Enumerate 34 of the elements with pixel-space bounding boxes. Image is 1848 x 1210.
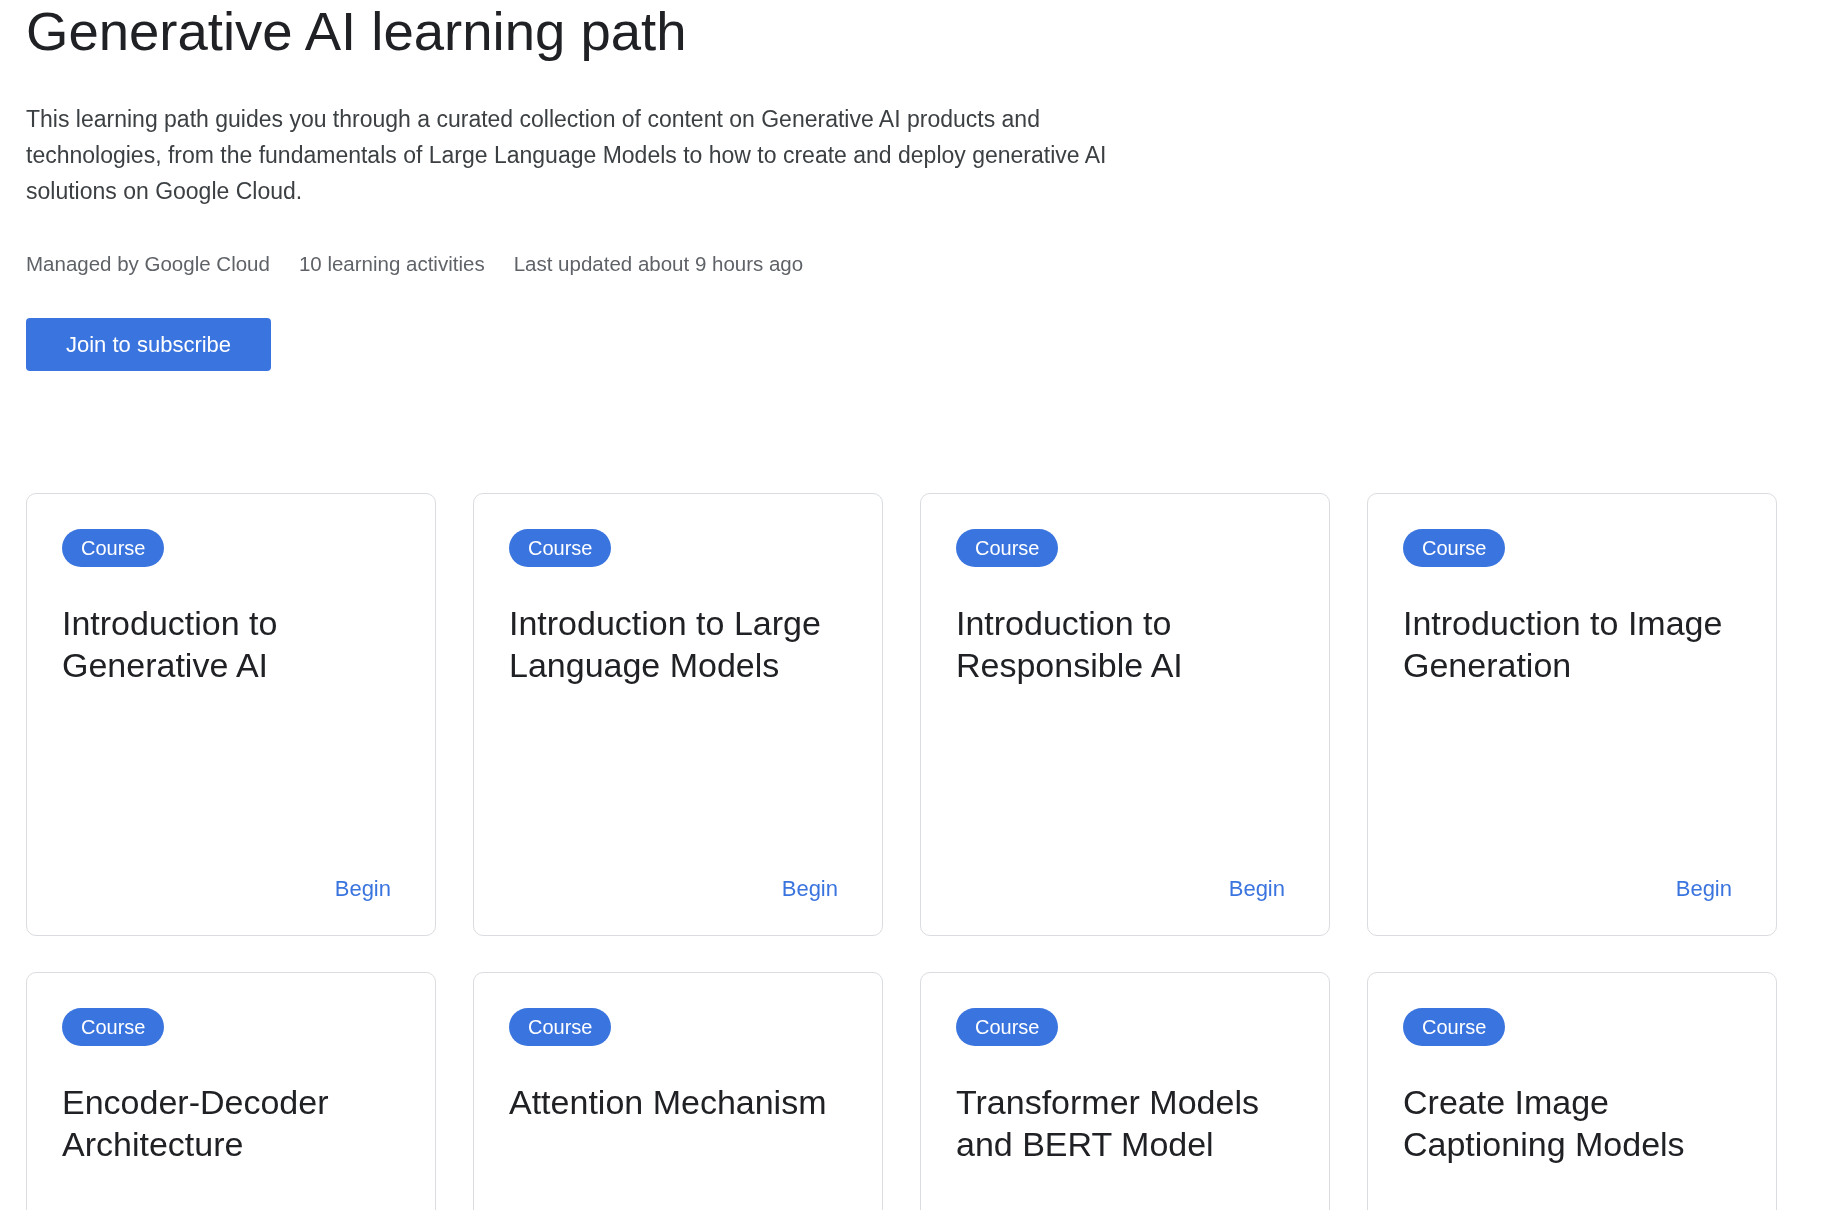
type-badge: Course: [509, 529, 612, 567]
type-badge: Course: [1403, 1008, 1506, 1046]
course-title: Create Image Captioning Models: [1403, 1082, 1686, 1165]
course-card[interactable]: Course Introduction to Responsible AI Begin: [920, 493, 1330, 936]
course-title: Transformer Models and BERT Model: [956, 1082, 1260, 1165]
course-title: Introduction to Large Language Models: [509, 603, 822, 686]
meta-info: 10 learning activities: [298, 252, 485, 276]
type-badge: Course: [62, 1008, 165, 1046]
course-card[interactable]: Course Introduction to Large Language Models Begin: [473, 493, 883, 936]
course-card[interactable]: Course Attention Mechanism: [473, 972, 883, 1210]
type-badge: Course: [956, 529, 1059, 567]
course-card[interactable]: Course Transformer Models and BERT Model: [920, 972, 1330, 1210]
course-card[interactable]: Course Encoder-Decoder Architecture: [26, 972, 436, 1210]
begin-link[interactable]: Begin: [1675, 876, 1732, 902]
course-title: Encoder-Decoder Architecture: [62, 1082, 330, 1165]
type-badge: Course: [956, 1008, 1059, 1046]
page-title: Generative AI learning path: [26, 0, 687, 64]
course-title: Attention Mechanism: [509, 1082, 827, 1123]
begin-link[interactable]: Begin: [781, 876, 838, 902]
begin-link[interactable]: Begin: [1228, 876, 1285, 902]
meta-info: Managed by Google Cloud: [26, 252, 270, 276]
description-text: This learning path guides you through a curated collection of content on Generative AI products and technologies, from the fundamentals of Large Language Models to how to create and deploy generative AI solutions on Google Cloud.: [26, 105, 1108, 206]
course-title: Introduction to Image Generation: [1403, 603, 1724, 686]
course-title: Introduction to Generative AI: [62, 603, 279, 686]
course-card[interactable]: Course Create Image Captioning Models: [1367, 972, 1777, 1210]
course-card[interactable]: Course Introduction to Generative AI Begin: [26, 493, 436, 936]
course-card[interactable]: Course Introduction to Image Generation Begin: [1367, 493, 1777, 936]
type-badge: Course: [1403, 529, 1506, 567]
type-badge: Course: [509, 1008, 612, 1046]
meta-info: Last updated about 9 hours ago: [513, 252, 804, 276]
course-title: Introduction to Responsible AI: [956, 603, 1184, 686]
subscribe-button[interactable]: Join to subscribe: [26, 318, 272, 371]
type-badge: Course: [62, 529, 165, 567]
begin-link[interactable]: Begin: [334, 876, 391, 902]
